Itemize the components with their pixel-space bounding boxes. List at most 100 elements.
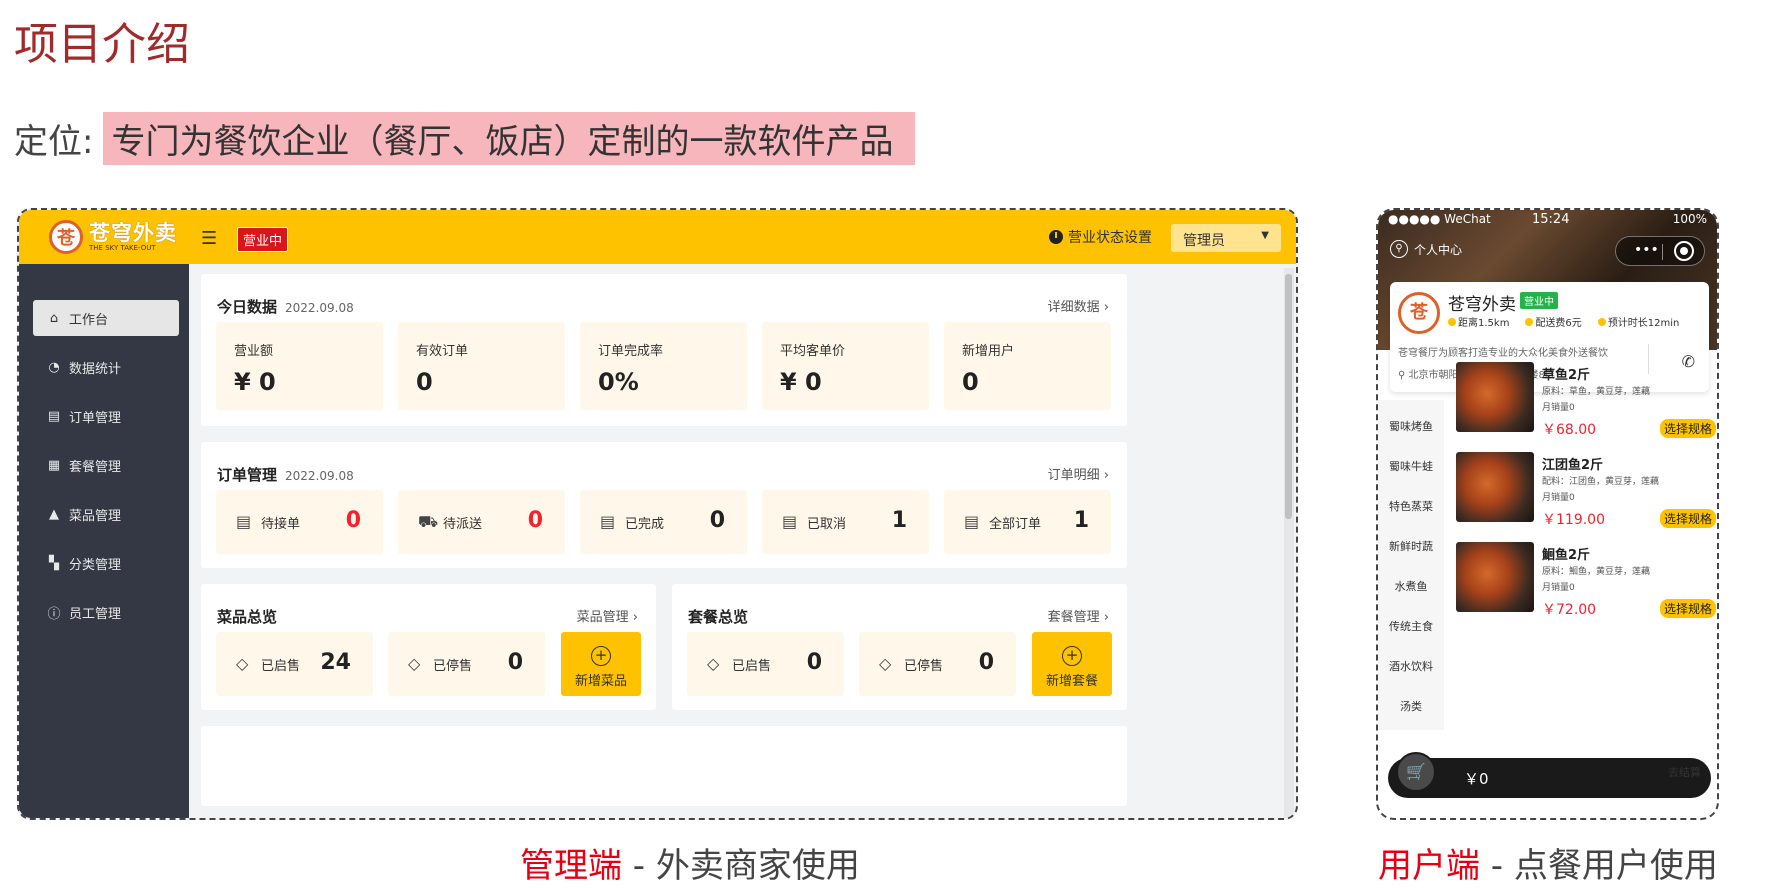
today-detail-link[interactable]: 详细数据 › bbox=[1048, 296, 1109, 315]
tag-off-icon: ◇ bbox=[408, 654, 421, 673]
stat-value: 0% bbox=[598, 368, 639, 396]
user-center-button[interactable]: ⚲ 个人中心 bbox=[1390, 240, 1462, 258]
dish-image[interactable] bbox=[1456, 452, 1534, 522]
mobile-screenshot: ●●●●● WeChat 15:24 100% ⚲ 个人中心 ••• 苍 苍穹外… bbox=[1376, 208, 1719, 820]
fee-icon bbox=[1525, 318, 1534, 326]
order-tile-pending[interactable]: ▤ 待接单 0 bbox=[216, 490, 383, 554]
checkout-button[interactable]: 去结算 bbox=[1668, 764, 1701, 780]
dish-description: 配料：江团鱼，黄豆芽，莲藕 bbox=[1542, 477, 1660, 487]
admin-caption-highlight: 管理端 bbox=[520, 846, 622, 886]
combo-on-sale-value: 0 bbox=[806, 650, 822, 675]
category-item[interactable]: 蜀味牛蛙 bbox=[1378, 458, 1444, 474]
status-settings-button[interactable]: 营业状态设置 bbox=[1049, 227, 1152, 247]
stat-value: 0 bbox=[962, 368, 979, 396]
sidebar-item-label: 订单管理 bbox=[69, 410, 122, 426]
positioning-text: 专门为餐饮企业（餐厅、饭店）定制的一款软件产品 bbox=[103, 112, 916, 165]
clipboard-icon: ▤ bbox=[47, 408, 61, 424]
stat-value: 0 bbox=[416, 368, 433, 396]
sidebar-item-label: 菜品管理 bbox=[69, 508, 122, 524]
distance-icon bbox=[1448, 318, 1456, 326]
add-dish-button[interactable]: + 新增菜品 bbox=[561, 632, 641, 696]
dish-management-link[interactable]: 菜品管理 › bbox=[577, 606, 638, 625]
admin-logo[interactable]: 苍 苍穹外卖 THE SKY TAKE-OUT bbox=[49, 220, 177, 254]
combo-overview-card: 套餐总览 套餐管理 › ◇ 已启售 0 ◇ 已停售 0 + 新增套餐 bbox=[672, 584, 1127, 710]
add-combo-button[interactable]: + 新增套餐 bbox=[1032, 632, 1112, 696]
dish-item: 江团鱼2斤 配料：江团鱼，黄豆芽，莲藕 月销量0 ￥119.00 选择规格 bbox=[1456, 452, 1716, 530]
user-dropdown-label: 管理员 bbox=[1183, 233, 1225, 249]
sidebar-item-workbench[interactable]: ⌂ 工作台 bbox=[33, 300, 179, 336]
stat-tile-completion-rate: 订单完成率 0% bbox=[580, 322, 747, 410]
more-dots-icon[interactable]: ••• bbox=[1634, 242, 1659, 258]
dish-image[interactable] bbox=[1456, 542, 1534, 612]
chart-icon: ◔ bbox=[48, 359, 60, 375]
category-list: 蜀味烤鱼 蜀味牛蛙 特色蒸菜 新鲜时蔬 水煮鱼 传统主食 酒水饮料 汤类 bbox=[1378, 400, 1444, 730]
sidebar-item-label: 数据统计 bbox=[69, 361, 122, 377]
order-tile-value: 0 bbox=[345, 508, 361, 533]
orders-date: 2022.09.08 bbox=[285, 469, 354, 483]
positioning-label: 定位: bbox=[14, 122, 94, 162]
order-tile-to-deliver[interactable]: ⛟ 待派送 0 bbox=[398, 490, 565, 554]
choose-spec-button[interactable]: 选择规格 bbox=[1659, 419, 1716, 438]
combo-management-link[interactable]: 套餐管理 › bbox=[1048, 606, 1109, 625]
sidebar-item-statistics[interactable]: ◔ 数据统计 bbox=[33, 349, 179, 385]
category-item[interactable]: 新鲜时蔬 bbox=[1378, 538, 1444, 554]
combo-on-sale-tile[interactable]: ◇ 已启售 0 bbox=[687, 632, 844, 696]
order-tile-label: 待派送 bbox=[443, 517, 483, 532]
category-item[interactable]: 酒水饮料 bbox=[1378, 658, 1444, 674]
order-detail-link[interactable]: 订单明细 › bbox=[1048, 464, 1109, 483]
plus-circle-icon: + bbox=[1062, 646, 1082, 666]
dish-description: 原料：草鱼，黄豆芽，莲藕 bbox=[1542, 387, 1651, 397]
category-item[interactable]: 传统主食 bbox=[1378, 618, 1444, 634]
close-target-icon[interactable] bbox=[1674, 241, 1694, 261]
category-item[interactable]: 汤类 bbox=[1378, 698, 1444, 714]
combo-off-sale-tile[interactable]: ◇ 已停售 0 bbox=[859, 632, 1016, 696]
dish-off-sale-tile[interactable]: ◇ 已停售 0 bbox=[388, 632, 545, 696]
stat-tile-new-users: 新增用户 0 bbox=[944, 322, 1111, 410]
dish-image[interactable] bbox=[1456, 362, 1534, 432]
mini-program-capsule[interactable]: ••• bbox=[1615, 236, 1705, 266]
today-date: 2022.09.08 bbox=[285, 301, 354, 315]
order-tile-all[interactable]: ▤ 全部订单 1 bbox=[944, 490, 1111, 554]
sidebar-item-categories[interactable]: ▚ 分类管理 bbox=[33, 545, 179, 581]
logo-cn-text: 苍穹外卖 bbox=[89, 220, 177, 245]
stat-label: 有效订单 bbox=[416, 344, 469, 359]
choose-spec-button[interactable]: 选择规格 bbox=[1659, 509, 1716, 528]
dish-item: 鮰鱼2斤 原料：鮰鱼，黄豆芽，莲藕 月销量0 ￥72.00 选择规格 bbox=[1456, 542, 1716, 620]
combos-title: 套餐总览 bbox=[688, 608, 749, 626]
dish-name: 江团鱼2斤 bbox=[1542, 458, 1604, 473]
dish-icon: ▲ bbox=[49, 506, 59, 522]
today-data-card: 今日数据 2022.09.08 详细数据 › 营业额 ¥ 0 有效订单 0 订单完… bbox=[201, 274, 1127, 426]
dish-sales: 月销量0 bbox=[1542, 403, 1575, 413]
order-tile-completed[interactable]: ▤ 已完成 0 bbox=[580, 490, 747, 554]
dish-description: 原料：鮰鱼，黄豆芽，莲藕 bbox=[1542, 567, 1651, 577]
sidebar-item-combos[interactable]: ▦ 套餐管理 bbox=[33, 447, 179, 483]
admin-screenshot: 苍 苍穹外卖 THE SKY TAKE-OUT ☰ 营业中 营业状态设置 管理员… bbox=[17, 208, 1298, 820]
category-item[interactable]: 水煮鱼 bbox=[1378, 578, 1444, 594]
menu-fold-icon[interactable]: ☰ bbox=[201, 228, 217, 249]
order-pending-icon: ▤ bbox=[236, 512, 252, 531]
order-cancelled-icon: ▤ bbox=[782, 512, 798, 531]
scrollbar-thumb[interactable] bbox=[1285, 274, 1292, 519]
delivery-icon: ⛟ bbox=[418, 512, 439, 531]
dish-item: 草鱼2斤 原料：草鱼，黄豆芽，莲藕 月销量0 ￥68.00 选择规格 bbox=[1456, 362, 1716, 440]
cart-bar[interactable]: 🛒 ￥0 去结算 bbox=[1388, 752, 1711, 798]
cart-icon[interactable]: 🛒 bbox=[1396, 752, 1436, 792]
slide-title: 项目介绍 bbox=[14, 19, 190, 70]
order-tile-cancelled[interactable]: ▤ 已取消 1 bbox=[762, 490, 929, 554]
category-item[interactable]: 蜀味烤鱼 bbox=[1378, 418, 1444, 434]
user-dropdown[interactable]: 管理员 ▼ bbox=[1171, 224, 1281, 252]
distance-text: 距离1.5km bbox=[1458, 318, 1510, 329]
shop-status-badge: 营业中 bbox=[1520, 292, 1558, 309]
dish-on-sale-tile[interactable]: ◇ 已启售 24 bbox=[216, 632, 373, 696]
choose-spec-button[interactable]: 选择规格 bbox=[1659, 599, 1716, 618]
sidebar-item-orders[interactable]: ▤ 订单管理 bbox=[33, 398, 179, 434]
category-item[interactable]: 特色蒸菜 bbox=[1378, 498, 1444, 514]
sidebar-item-employees[interactable]: ⓘ 员工管理 bbox=[33, 594, 179, 630]
sidebar-item-dishes[interactable]: ▲ 菜品管理 bbox=[33, 496, 179, 532]
caret-down-icon: ▼ bbox=[1261, 230, 1269, 241]
order-management-card: 订单管理 2022.09.08 订单明细 › ▤ 待接单 0 ⛟ 待派送 0 ▤ … bbox=[201, 442, 1127, 568]
stat-label: 平均客单价 bbox=[780, 344, 846, 359]
stat-value: ¥ 0 bbox=[234, 368, 276, 396]
clock-text: 15:24 bbox=[1532, 212, 1570, 227]
carrier-text: ●●●●● WeChat bbox=[1388, 212, 1491, 226]
